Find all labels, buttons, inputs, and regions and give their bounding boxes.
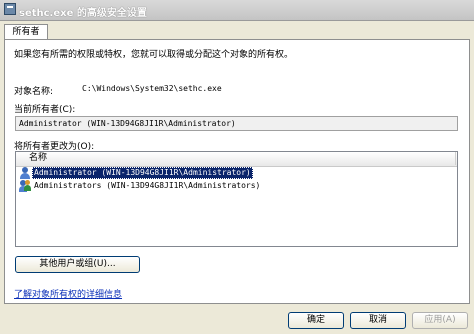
permission-description: 如果您有所需的权限或特权，您就可以取得或分配这个对象的所有权。 — [14, 50, 294, 60]
list-item-label: Administrator (WIN-13D94G8JI1R\Administr… — [32, 167, 253, 179]
apply-button[interactable]: 应用(A) — [412, 312, 468, 329]
column-header-name[interactable]: 名称 — [16, 152, 456, 165]
user-icon — [19, 167, 31, 179]
owner-candidates-list[interactable]: 名称 Administrator (WIN-13D94G8JI1R\Admini… — [15, 151, 458, 247]
object-name-value: C:\Windows\System32\sethc.exe — [82, 84, 222, 93]
ok-button[interactable]: 确定 — [288, 312, 344, 329]
current-owner-field[interactable]: Administrator (WIN-13D94G8JI1R\Administr… — [15, 116, 458, 131]
window-icon — [4, 3, 16, 15]
other-users-or-groups-button[interactable]: 其他用户或组(U)... — [15, 256, 140, 273]
title-bar[interactable]: sethc.exe 的高级安全设置 — [0, 0, 474, 21]
list-item-administrator[interactable]: Administrator (WIN-13D94G8JI1R\Administr… — [17, 167, 456, 179]
list-item-label: Administrators (WIN-13D94G8JI1R\Administ… — [34, 181, 261, 190]
learn-ownership-link[interactable]: 了解对象所有权的详细信息 — [14, 287, 122, 300]
group-icon — [19, 180, 31, 192]
cancel-button[interactable]: 取消 — [350, 312, 406, 329]
list-item-administrators[interactable]: Administrators (WIN-13D94G8JI1R\Administ… — [17, 180, 456, 192]
tab-owner[interactable]: 所有者 — [4, 24, 48, 40]
window-title: sethc.exe 的高级安全设置 — [19, 8, 147, 19]
current-owner-label: 当前所有者(C): — [14, 105, 76, 115]
list-header: 名称 — [16, 152, 457, 167]
object-name-label: 对象名称: — [14, 87, 54, 97]
